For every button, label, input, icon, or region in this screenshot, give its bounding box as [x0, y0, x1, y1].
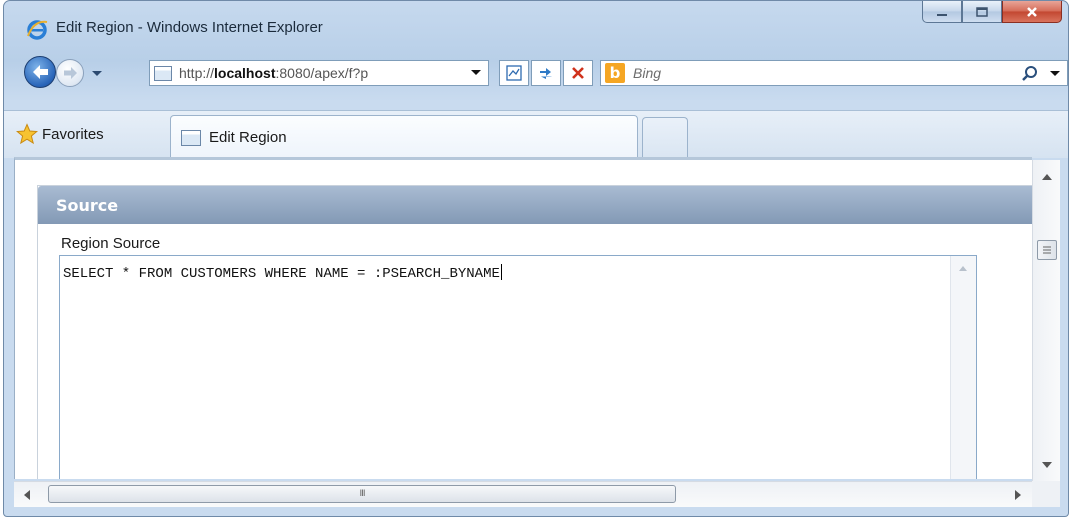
- refresh-button[interactable]: [531, 60, 561, 86]
- address-bar[interactable]: http://localhost:8080/apex/f?p: [149, 60, 489, 86]
- scroll-down-icon[interactable]: [1042, 462, 1052, 468]
- window-title: Edit Region - Windows Internet Explorer: [56, 19, 323, 36]
- close-icon: [1027, 6, 1037, 17]
- scroll-right-icon[interactable]: [1015, 490, 1021, 500]
- stop-button[interactable]: [563, 60, 593, 86]
- ie-icon: [27, 20, 48, 40]
- tab-label: Edit Region: [209, 129, 287, 146]
- maximize-button[interactable]: [962, 1, 1002, 23]
- title-bar: Edit Region - Windows Internet Explorer: [4, 1, 1068, 53]
- compatibility-view-button[interactable]: [499, 60, 529, 86]
- favorites-button[interactable]: Favorites: [16, 119, 104, 149]
- textarea-scroll-up-icon[interactable]: [959, 266, 967, 271]
- minimize-button[interactable]: [922, 1, 962, 23]
- grip-icon: [1043, 246, 1051, 254]
- grip-icon: III: [359, 489, 366, 499]
- back-arrow-icon: [33, 65, 48, 79]
- source-region: Source Region Source SELECT * FROM CUSTO…: [37, 185, 1032, 479]
- close-button[interactable]: [1002, 1, 1062, 23]
- favorites-bar: Favorites Edit Region: [4, 110, 1068, 159]
- bing-logo: b: [605, 63, 625, 83]
- vertical-scrollbar[interactable]: [1032, 160, 1060, 481]
- forward-button[interactable]: [56, 59, 84, 87]
- favorites-label: Favorites: [42, 125, 104, 143]
- new-tab-button[interactable]: [642, 117, 688, 159]
- region-source-text: SELECT * FROM CUSTOMERS WHERE NAME = :PS…: [63, 264, 502, 282]
- region-header: Source: [38, 186, 1032, 224]
- refresh-icon: [540, 68, 552, 79]
- region-source-textarea[interactable]: SELECT * FROM CUSTOMERS WHERE NAME = :PS…: [59, 255, 977, 479]
- minimize-icon: [937, 13, 947, 16]
- tab-edit-region[interactable]: Edit Region: [170, 115, 638, 159]
- back-button[interactable]: [24, 56, 56, 88]
- page-icon: [154, 65, 172, 81]
- address-dropdown-icon[interactable]: [470, 66, 482, 78]
- search-placeholder: Bing: [633, 65, 662, 81]
- search-icon[interactable]: [1021, 65, 1039, 83]
- region-title: Source: [56, 195, 119, 215]
- scroll-left-icon[interactable]: [24, 490, 30, 500]
- address-url: http://localhost:8080/apex/f?p: [179, 65, 369, 81]
- horizontal-scrollbar[interactable]: III: [14, 481, 1032, 507]
- text-caret: [500, 264, 502, 280]
- maximize-icon: [976, 6, 988, 17]
- recent-pages-dropdown-icon[interactable]: [90, 66, 104, 80]
- search-box[interactable]: b Bing: [600, 60, 1068, 86]
- forward-arrow-icon: [64, 67, 77, 79]
- compatibility-view-icon: [506, 65, 522, 81]
- page-content: Source Region Source SELECT * FROM CUSTO…: [14, 157, 1032, 479]
- vertical-scroll-thumb[interactable]: [1037, 240, 1057, 260]
- scroll-up-icon[interactable]: [1042, 174, 1052, 180]
- horizontal-scroll-thumb[interactable]: III: [48, 485, 676, 503]
- search-options-dropdown-icon[interactable]: [1049, 66, 1061, 80]
- stop-icon: [572, 67, 584, 79]
- star-icon: [16, 123, 38, 145]
- scrollbar-corner: [1032, 481, 1060, 507]
- region-source-label: Region Source: [61, 235, 161, 252]
- textarea-scrollbar[interactable]: [950, 256, 976, 479]
- navigation-bar: http://localhost:8080/apex/f?p b Bing: [4, 49, 1068, 91]
- window-controls: [922, 1, 1062, 25]
- page-icon: [181, 129, 201, 146]
